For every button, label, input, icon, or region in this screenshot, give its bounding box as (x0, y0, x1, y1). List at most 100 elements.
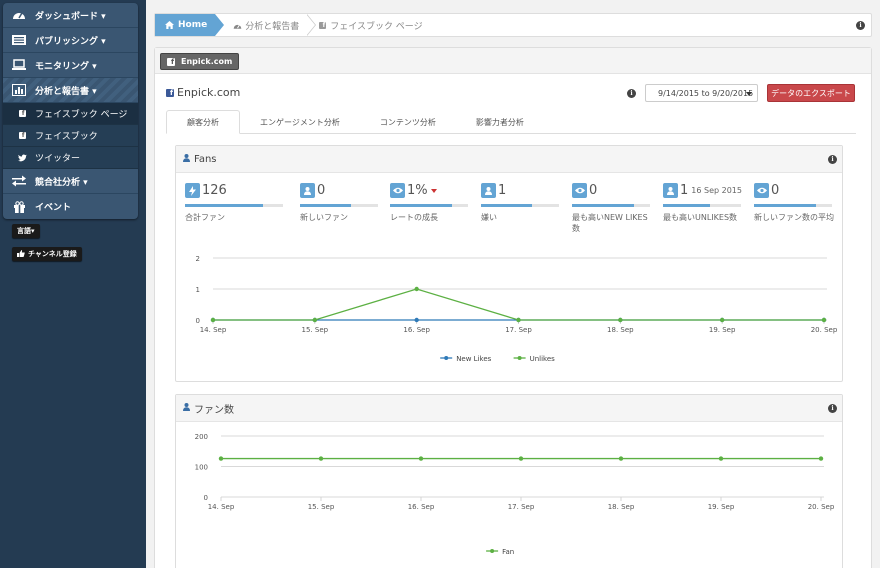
breadcrumb-separator (303, 14, 317, 36)
tab-engagement-analysis[interactable]: エンゲージメント分析 (240, 110, 360, 134)
stat-label: 最も高いUNLIKES数 (663, 213, 738, 222)
fan-count-chart: 0 100 200 14. Sep 15. Sep 16. Sep 17. Sep 18. S… (195, 433, 835, 556)
facebook-icon: f (17, 132, 27, 139)
sidebar-item-monitoring[interactable]: モニタリング ▾ (3, 53, 138, 78)
x-tick-label: 15. Sep (302, 326, 329, 334)
fan-count-box-title: ファン数 (194, 404, 234, 416)
stat-bar (300, 204, 378, 207)
home-icon (165, 21, 174, 29)
info-icon[interactable]: i (828, 155, 837, 164)
stat-label: 合計ファン (185, 213, 225, 222)
dashboard-icon (11, 8, 27, 22)
eye-icon (572, 183, 587, 198)
stat-bar (572, 204, 650, 207)
main-content: Home 分析と報告書 f フェイスブック ページ i f Enpick.com… (146, 0, 880, 568)
data-point (414, 317, 419, 323)
trend-down-icon (430, 188, 437, 193)
tab-influencer-analysis[interactable]: 影響力者分析 (456, 110, 544, 134)
stat-growth-rate: 1% レートの成長 (390, 183, 470, 223)
dashboard-icon (233, 22, 242, 29)
breadcrumb-analytics[interactable]: 分析と報告書 (215, 14, 299, 36)
x-tick-label: 20. Sep (808, 503, 835, 511)
twitter-icon (17, 153, 27, 162)
breadcrumb-home[interactable]: Home (155, 14, 225, 36)
panel-header (155, 48, 871, 74)
sidebar-item-analytics[interactable]: 分析と報告書 ▾ (3, 78, 138, 103)
stat-label: 新しいファン (300, 213, 348, 222)
x-tick-label: 14. Sep (208, 503, 235, 511)
page-title-label: Enpick.com (177, 86, 241, 99)
sidebar-item-competitor[interactable]: 競合社分析 ▾ (3, 169, 138, 194)
breadcrumb-facebook-page: f フェイスブック ページ (313, 14, 423, 36)
legend-label: Unlikes (530, 355, 556, 363)
list-icon (11, 33, 27, 47)
stat-avg-new-fans: 0 新しいファン数の平均 (754, 183, 834, 223)
export-data-button[interactable]: データのエクスポート (767, 84, 855, 102)
x-tick-label: 18. Sep (608, 503, 635, 511)
stat-bar (185, 204, 283, 207)
stat-value: 1% (407, 183, 428, 198)
y-tick-label: 1 (196, 286, 200, 294)
channel-subscribe-button[interactable]: チャンネル登録 (12, 247, 82, 261)
stat-label: 最も高いNEW LIKES数 (572, 213, 648, 233)
data-point (821, 317, 827, 323)
company-button[interactable]: f Enpick.com (160, 53, 240, 70)
fan-count-box-header: ファン数 i (176, 395, 842, 422)
stat-value: 1 (498, 183, 507, 198)
sidebar-item-label: 競合社分析 ▾ (35, 177, 88, 188)
date-range-value: 9/14/2015 to 9/20/2015 (658, 88, 754, 98)
tab-customer-analysis[interactable]: 顧客分析 (166, 110, 240, 134)
stat-label: 嫌い (481, 213, 497, 222)
data-point (618, 456, 624, 461)
export-button-label: データのエクスポート (771, 88, 851, 98)
x-tick-label: 17. Sep (505, 326, 532, 334)
sidebar-subitem-facebook[interactable]: f フェイスブック (3, 125, 138, 147)
sidebar-subitem-label: フェイスブック ページ (35, 110, 128, 120)
monitor-icon (11, 58, 27, 72)
facebook-icon: f (167, 57, 175, 66)
eye-icon (754, 183, 769, 198)
info-icon[interactable]: i (627, 89, 636, 98)
series-line-unlikes (213, 288, 824, 321)
tab-content-analysis[interactable]: コンテンツ分析 (360, 110, 456, 134)
stat-max-new-likes: 0 最も高いNEW LIKES数 (572, 183, 652, 234)
x-tick-label: 18. Sep (607, 326, 634, 334)
sidebar-subitem-facebook-page[interactable]: f フェイスブック ページ (3, 103, 138, 125)
sidebar-item-label: パブリッシング ▾ (35, 36, 106, 47)
fans-box-header: Fans i (176, 146, 842, 173)
data-point (218, 456, 224, 461)
sidebar-subitem-twitter[interactable]: ツイッター (3, 147, 138, 169)
data-point (516, 317, 521, 323)
analysis-tabs: 顧客分析 エンゲージメント分析 コンテンツ分析 影響力者分析 (166, 110, 856, 134)
user-icon (481, 183, 496, 198)
language-button[interactable]: 言語▾ (12, 224, 40, 238)
sidebar-item-label: モニタリング ▾ (35, 61, 97, 72)
sidebar-item-label: 分析と報告書 ▾ (35, 86, 97, 97)
sidebar-item-dashboard[interactable]: ダッシュボード ▾ (3, 3, 138, 28)
breadcrumb: Home 分析と報告書 f フェイスブック ページ i (154, 13, 872, 37)
stat-label: レートの成長 (390, 213, 438, 222)
legend-marker (490, 549, 495, 553)
stat-value: 126 (202, 183, 227, 198)
stat-bar-fill (300, 204, 351, 207)
stat-dislikes: 1 嫌い (481, 183, 561, 223)
legend-label: Fan (502, 548, 514, 556)
sidebar-item-event[interactable]: イベント (3, 194, 138, 219)
info-icon[interactable]: i (856, 21, 865, 30)
data-point (418, 456, 424, 461)
date-range-select[interactable]: 9/14/2015 to 9/20/2015 (645, 84, 758, 102)
sidebar-subitem-label: ツイッター (35, 154, 81, 164)
lightning-icon (185, 183, 200, 198)
exchange-icon (11, 174, 27, 188)
stat-bar (390, 204, 468, 207)
breadcrumb-label: フェイスブック ページ (330, 21, 423, 32)
stat-bar-fill (390, 204, 453, 207)
likes-unlikes-chart: 0 1 2 14. Sep 15. Sep 16. Sep 17. Sep 18. Sep 19… (196, 255, 838, 363)
chevron-down-icon (746, 92, 752, 96)
data-point (312, 317, 318, 323)
sidebar-item-publishing[interactable]: パブリッシング ▾ (3, 28, 138, 53)
stat-bar-fill (572, 204, 635, 207)
y-tick-label: 200 (195, 433, 208, 441)
info-icon[interactable]: i (828, 404, 837, 413)
x-tick-label: 17. Sep (508, 503, 535, 511)
